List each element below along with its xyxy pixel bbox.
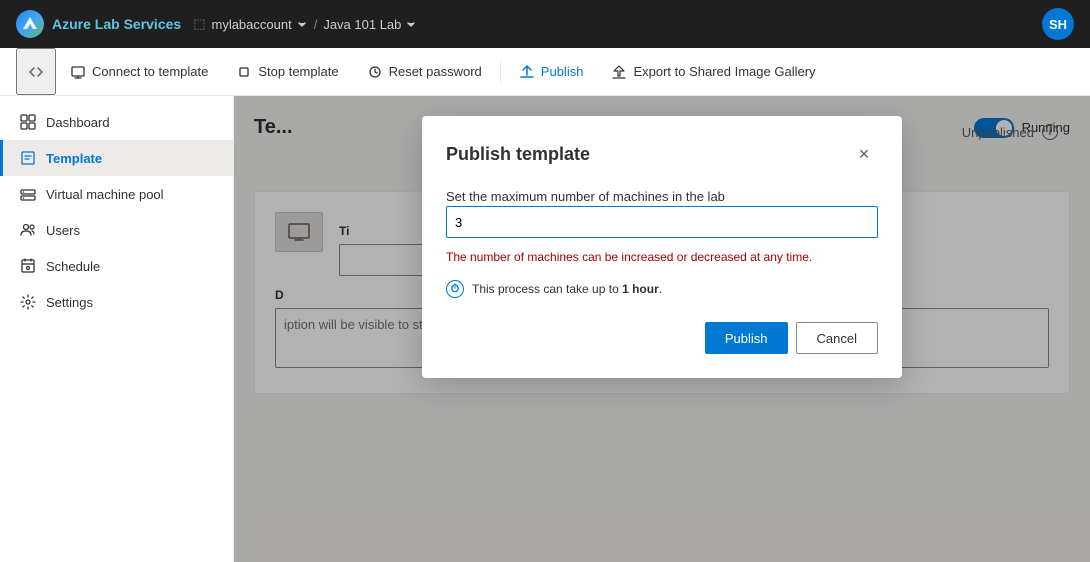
- modal-close-button[interactable]: ×: [850, 140, 878, 168]
- breadcrumb-account[interactable]: mylabaccount: [211, 17, 307, 32]
- vm-pool-label: Virtual machine pool: [46, 187, 164, 202]
- sidebar-item-settings[interactable]: Settings: [0, 284, 233, 320]
- brand-bold: Azure: [52, 16, 91, 32]
- app-name: Azure Lab Services: [52, 16, 181, 32]
- schedule-label: Schedule: [46, 259, 100, 274]
- connect-to-template-button[interactable]: Connect to template: [56, 48, 222, 95]
- brand-rest: Lab Services: [91, 16, 181, 32]
- toolbar-divider: [500, 60, 501, 84]
- dashboard-label: Dashboard: [46, 115, 110, 130]
- schedule-icon: [20, 258, 36, 274]
- modal-cancel-button[interactable]: Cancel: [796, 322, 878, 354]
- clock-info-icon: ⏱: [446, 280, 464, 298]
- sidebar: Dashboard Template Virtual machine pool: [0, 96, 234, 562]
- template-icon: [20, 150, 36, 166]
- azure-logo-icon: [16, 10, 44, 38]
- breadcrumb: ⬚ mylabaccount / Java 101 Lab: [193, 16, 417, 32]
- settings-icon: [20, 294, 36, 310]
- reset-password-button[interactable]: Reset password: [353, 48, 496, 95]
- dashboard-icon: [20, 114, 36, 130]
- users-label: Users: [46, 223, 80, 238]
- template-label: Template: [46, 151, 102, 166]
- collapse-button[interactable]: [16, 48, 56, 95]
- topbar: Azure Lab Services ⬚ mylabaccount / Java…: [0, 0, 1090, 48]
- warning-text: The number of machines can be increased …: [446, 250, 878, 264]
- breadcrumb-lab[interactable]: Java 101 Lab: [323, 17, 417, 32]
- info-row: ⏱ This process can take up to 1 hour.: [446, 280, 878, 298]
- publish-button[interactable]: Publish: [505, 48, 598, 95]
- logo: Azure Lab Services: [16, 10, 181, 38]
- breadcrumb-slash: /: [314, 17, 318, 32]
- avatar[interactable]: SH: [1042, 8, 1074, 40]
- modal-actions: Publish Cancel: [446, 322, 878, 354]
- stop-label: Stop template: [258, 64, 338, 79]
- content-area: Te... Running Unpublished i Ti: [234, 96, 1090, 562]
- main-layout: Dashboard Template Virtual machine pool: [0, 96, 1090, 562]
- connect-label: Connect to template: [92, 64, 208, 79]
- publish-label: Publish: [541, 64, 584, 79]
- modal-header: Publish template ×: [446, 140, 878, 168]
- info-text: This process can take up to 1 hour.: [472, 282, 662, 296]
- sidebar-item-schedule[interactable]: Schedule: [0, 248, 233, 284]
- stop-template-button[interactable]: Stop template: [222, 48, 352, 95]
- topbar-right: SH: [1042, 8, 1074, 40]
- settings-label: Settings: [46, 295, 93, 310]
- export-label: Export to Shared Image Gallery: [633, 64, 815, 79]
- users-icon: [20, 222, 36, 238]
- sidebar-item-users[interactable]: Users: [0, 212, 233, 248]
- toolbar: Connect to template Stop template Reset …: [0, 48, 1090, 96]
- machines-input[interactable]: [446, 206, 878, 238]
- sidebar-item-vm-pool[interactable]: Virtual machine pool: [0, 176, 233, 212]
- modal-publish-button[interactable]: Publish: [705, 322, 788, 354]
- machines-label: Set the maximum number of machines in th…: [446, 189, 725, 204]
- modal-title: Publish template: [446, 144, 590, 165]
- export-button[interactable]: Export to Shared Image Gallery: [597, 48, 829, 95]
- sidebar-item-dashboard[interactable]: Dashboard: [0, 104, 233, 140]
- vm-pool-icon: [20, 186, 36, 202]
- breadcrumb-separator: ⬚: [193, 16, 205, 32]
- modal-overlay: Publish template × Set the maximum numbe…: [234, 96, 1090, 562]
- publish-template-modal: Publish template × Set the maximum numbe…: [422, 116, 902, 378]
- sidebar-item-template[interactable]: Template: [0, 140, 233, 176]
- reset-label: Reset password: [389, 64, 482, 79]
